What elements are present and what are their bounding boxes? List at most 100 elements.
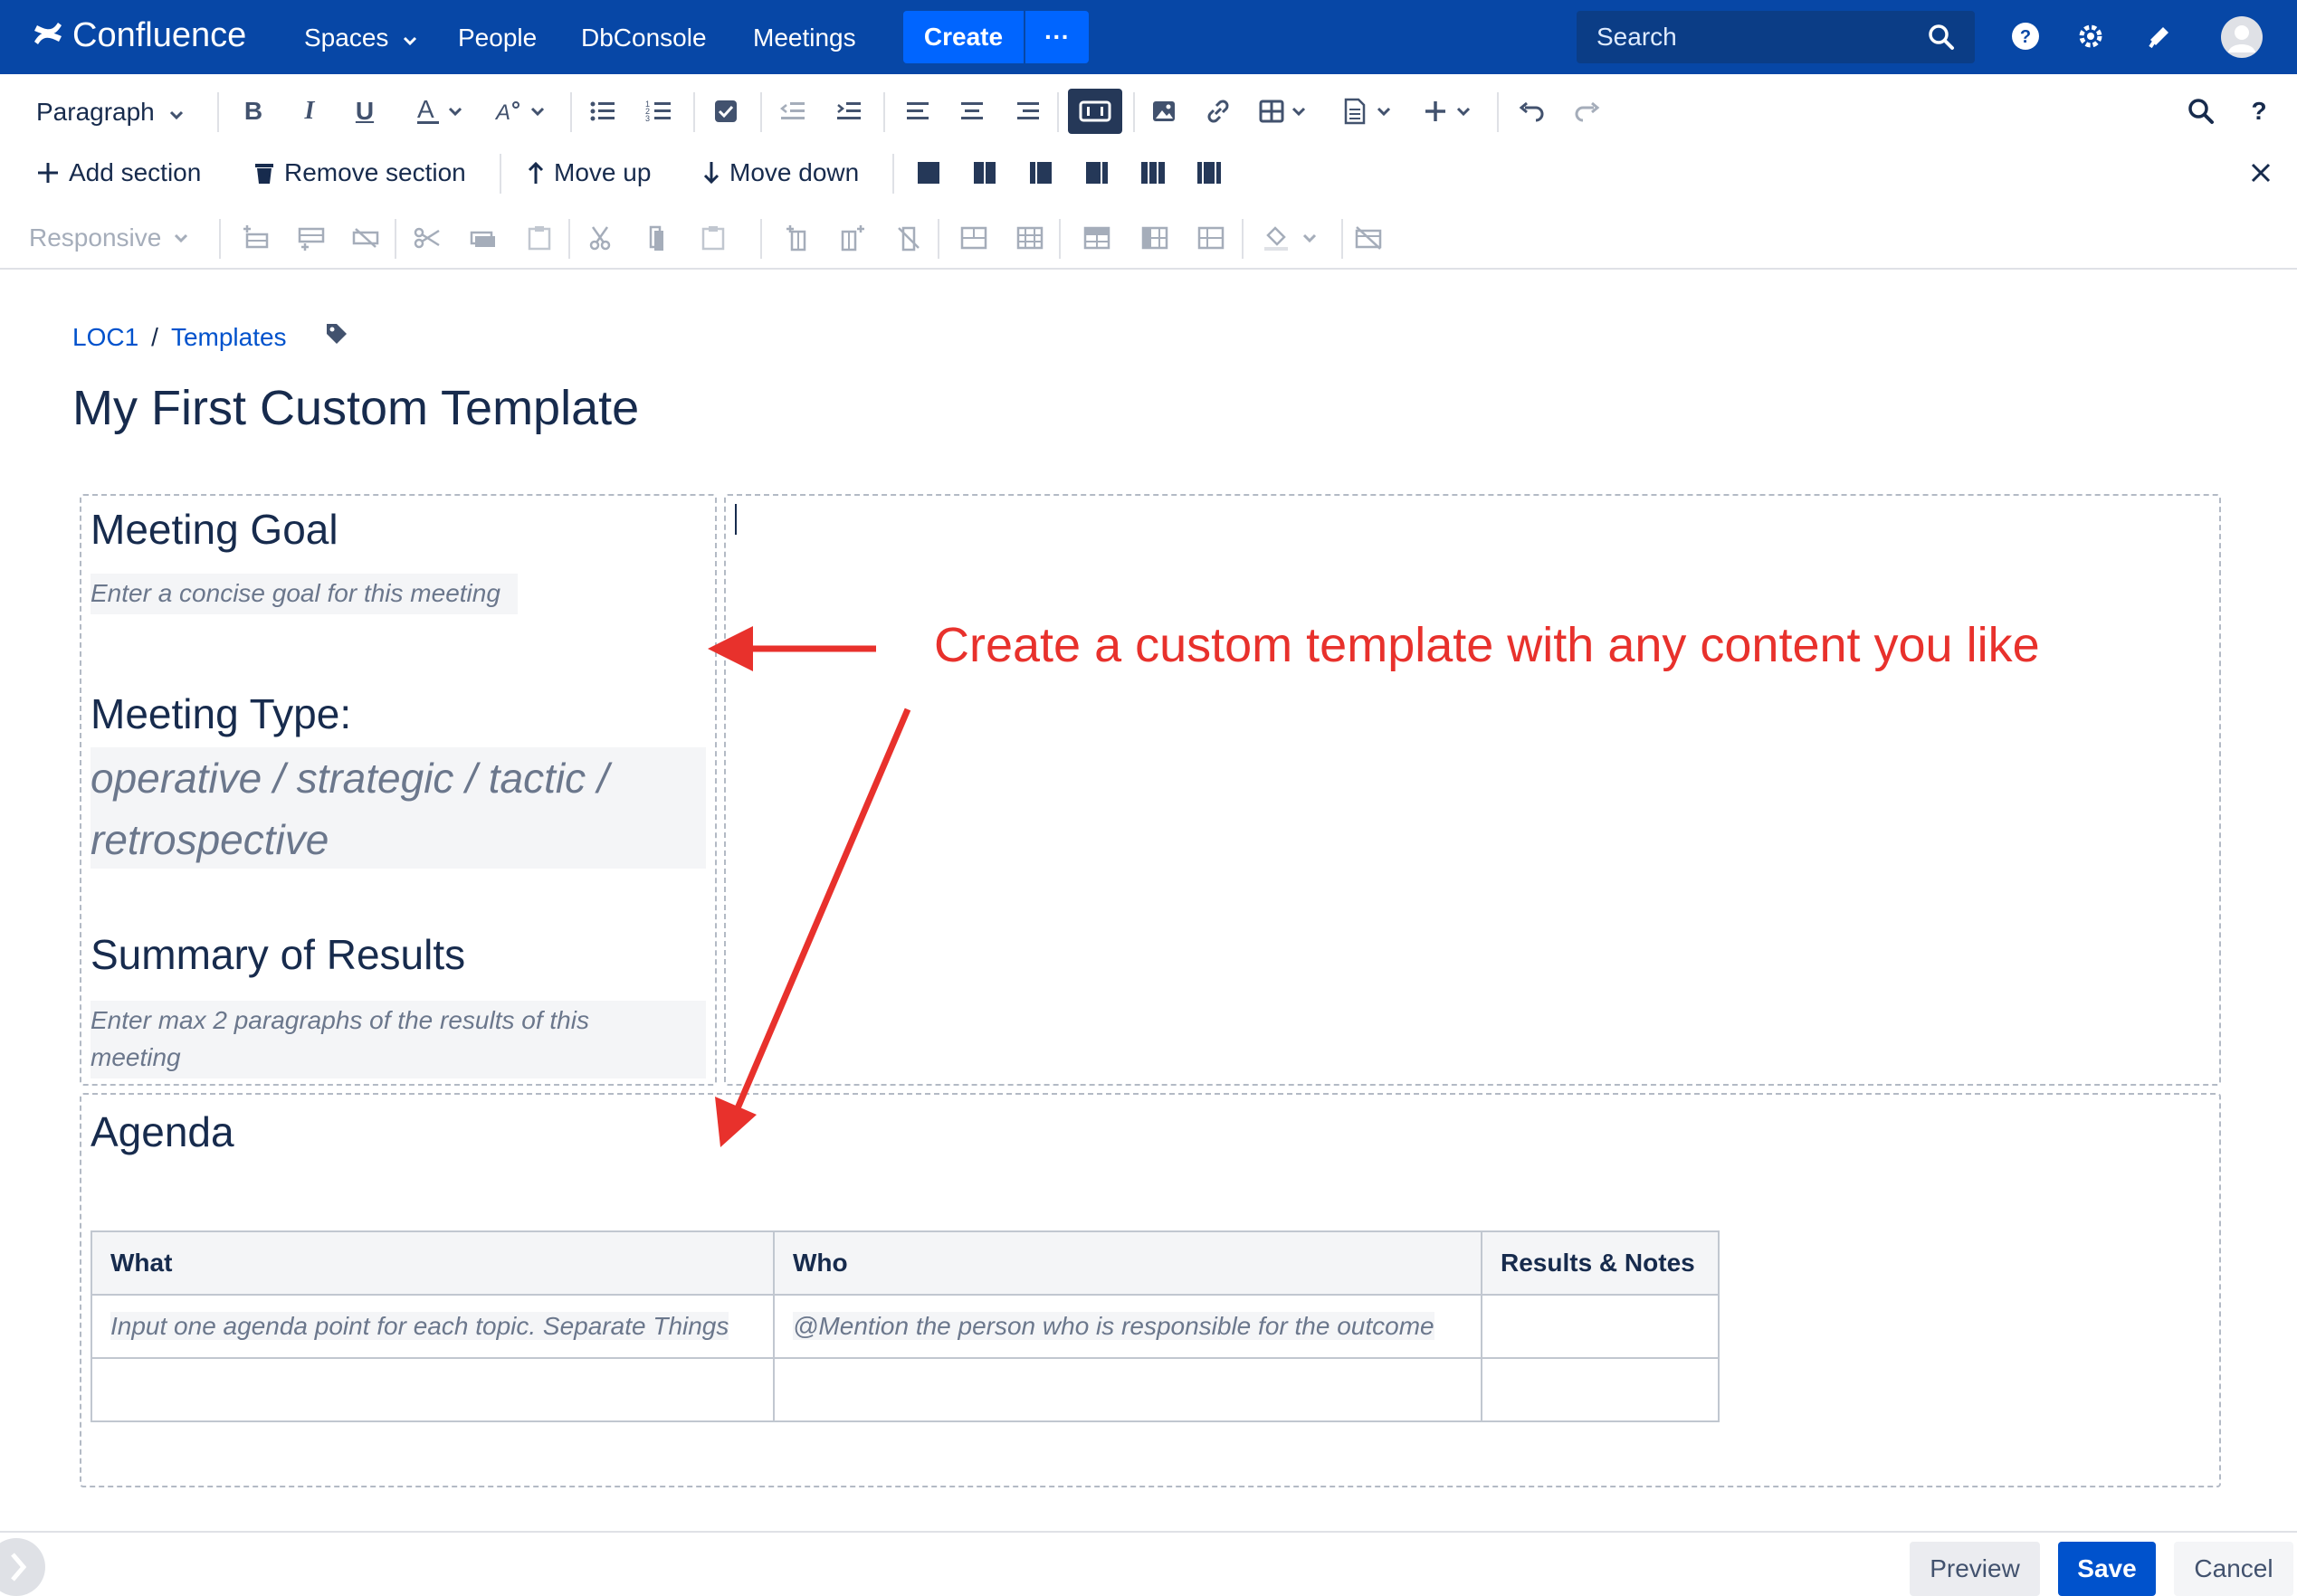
meeting-type-heading[interactable]: Meeting Type: (91, 689, 351, 738)
layout-right-sidebar-icon[interactable] (1081, 145, 1113, 201)
add-section-button[interactable]: Add section (36, 145, 217, 201)
cancel-button[interactable]: Cancel (2174, 1542, 2293, 1596)
user-avatar[interactable] (2221, 16, 2263, 58)
column-header-what[interactable]: What (91, 1230, 775, 1296)
insert-column-before-icon[interactable] (782, 210, 815, 266)
cut-row-icon[interactable] (411, 210, 443, 266)
table-cell[interactable]: @Mention the person who is responsible f… (773, 1294, 1482, 1359)
breadcrumb-separator: / (151, 322, 158, 351)
table-cell[interactable] (1481, 1357, 1720, 1422)
layout-three-columns-icon[interactable] (1137, 145, 1169, 201)
delete-column-icon[interactable] (892, 210, 925, 266)
cut-column-icon[interactable] (585, 210, 617, 266)
redo-icon[interactable] (1571, 83, 1604, 139)
nav-dbconsole[interactable]: DbConsole (581, 24, 707, 52)
breadcrumb-space-link[interactable]: LOC1 (72, 323, 138, 352)
heading-column-icon[interactable] (1139, 210, 1171, 266)
toolbar-divider (938, 219, 939, 259)
confluence-logo[interactable]: Confluence (33, 16, 246, 55)
meeting-type-placeholder[interactable]: operative / strategic / tactic / retrosp… (91, 747, 706, 869)
insert-row-before-icon[interactable] (239, 210, 272, 266)
find-replace-search-icon[interactable] (2185, 83, 2217, 139)
align-center-icon[interactable] (956, 83, 988, 139)
layout-two-columns-icon[interactable] (968, 145, 1001, 201)
table-cell[interactable] (773, 1357, 1482, 1422)
paste-column-icon[interactable] (697, 210, 729, 266)
underline-icon[interactable]: U (349, 83, 380, 139)
add-section-label: Add section (69, 158, 202, 186)
settings-gear-icon[interactable] (2073, 18, 2109, 54)
nav-spaces[interactable]: Spaces (304, 24, 417, 52)
undo-icon[interactable] (1515, 83, 1548, 139)
numbered-list-icon[interactable]: 123 (643, 83, 675, 139)
save-button[interactable]: Save (2058, 1542, 2156, 1596)
insert-more-plus-icon[interactable] (1423, 83, 1481, 139)
search-box[interactable] (1577, 11, 1975, 63)
page-title[interactable]: My First Custom Template (72, 380, 639, 436)
close-layout-icon[interactable] (2245, 145, 2277, 201)
text-color-icon[interactable]: A (415, 83, 469, 139)
notifications-megaphone-icon[interactable] (2141, 18, 2178, 54)
nav-meetings[interactable]: Meetings (753, 24, 856, 52)
split-cells-icon[interactable] (1014, 210, 1046, 266)
paste-row-icon[interactable] (523, 210, 556, 266)
copy-column-icon[interactable] (641, 210, 673, 266)
more-formatting-icon[interactable]: A (492, 83, 550, 139)
help-icon[interactable]: ? (2007, 18, 2044, 54)
summary-of-results-heading[interactable]: Summary of Results (91, 930, 465, 979)
preview-button[interactable]: Preview (1910, 1542, 2040, 1596)
italic-icon[interactable]: I (295, 83, 324, 139)
create-more-button[interactable]: ··· (1025, 11, 1089, 63)
search-icon[interactable] (1928, 24, 1955, 55)
bold-icon[interactable]: B (239, 83, 268, 139)
copy-row-icon[interactable] (467, 210, 500, 266)
heading-row-icon[interactable] (1081, 210, 1113, 266)
summary-placeholder[interactable]: Enter max 2 paragraphs of the results of… (91, 1001, 706, 1078)
create-button[interactable]: Create (903, 11, 1024, 63)
layout-single-column-icon[interactable] (912, 145, 945, 201)
insert-image-icon[interactable] (1148, 83, 1180, 139)
insert-template-icon[interactable] (1341, 83, 1399, 139)
breadcrumb-templates-link[interactable]: Templates (171, 323, 287, 352)
layout-section-right-column[interactable] (724, 494, 2221, 1086)
toolbar-divider (1059, 219, 1061, 259)
align-right-icon[interactable] (1012, 83, 1044, 139)
indent-icon[interactable] (833, 83, 865, 139)
meeting-goal-heading[interactable]: Meeting Goal (91, 505, 338, 554)
number-column-icon[interactable] (1195, 210, 1227, 266)
outdent-icon[interactable] (777, 83, 809, 139)
layout-three-columns-sidebars-icon[interactable] (1193, 145, 1225, 201)
delete-table-icon[interactable] (1352, 210, 1385, 266)
paragraph-style-dropdown[interactable]: Paragraph (36, 92, 184, 132)
align-left-icon[interactable] (901, 83, 934, 139)
delete-row-icon[interactable] (349, 210, 382, 266)
move-up-button[interactable]: Move up (527, 145, 672, 201)
column-header-results-notes[interactable]: Results & Notes (1481, 1230, 1720, 1296)
insert-column-after-icon[interactable] (836, 210, 869, 266)
table-cell[interactable] (1481, 1294, 1720, 1359)
bullet-list-icon[interactable] (586, 83, 619, 139)
insert-link-icon[interactable] (1202, 83, 1234, 139)
responsive-dropdown[interactable]: Responsive (29, 210, 201, 266)
label-tag-icon[interactable] (325, 322, 348, 352)
remove-section-button[interactable]: Remove section (253, 145, 489, 201)
keyboard-help-icon[interactable]: ? (2243, 83, 2275, 139)
table-cell[interactable] (91, 1357, 775, 1422)
agenda-heading[interactable]: Agenda (91, 1107, 234, 1156)
task-list-checkbox-icon[interactable] (710, 83, 742, 139)
meeting-goal-placeholder[interactable]: Enter a concise goal for this meeting (91, 574, 518, 614)
top-navigation: Confluence Spaces People DbConsole Meeti… (0, 0, 2297, 74)
search-input[interactable] (1596, 23, 1922, 52)
column-header-who[interactable]: Who (773, 1230, 1482, 1296)
merge-cells-icon[interactable] (958, 210, 990, 266)
agenda-table[interactable]: What Who Results & Notes Input one agend… (91, 1230, 1720, 1422)
move-down-button[interactable]: Move down (702, 145, 874, 201)
table-cell[interactable]: Input one agenda point for each topic. S… (91, 1294, 775, 1359)
nav-people[interactable]: People (458, 24, 537, 52)
chevron-down-icon (169, 98, 184, 127)
insert-table-icon[interactable] (1258, 83, 1312, 139)
page-layout-icon[interactable] (1068, 89, 1122, 134)
cell-background-color-icon[interactable] (1260, 210, 1323, 266)
insert-row-after-icon[interactable] (295, 210, 328, 266)
layout-left-sidebar-icon[interactable] (1025, 145, 1057, 201)
